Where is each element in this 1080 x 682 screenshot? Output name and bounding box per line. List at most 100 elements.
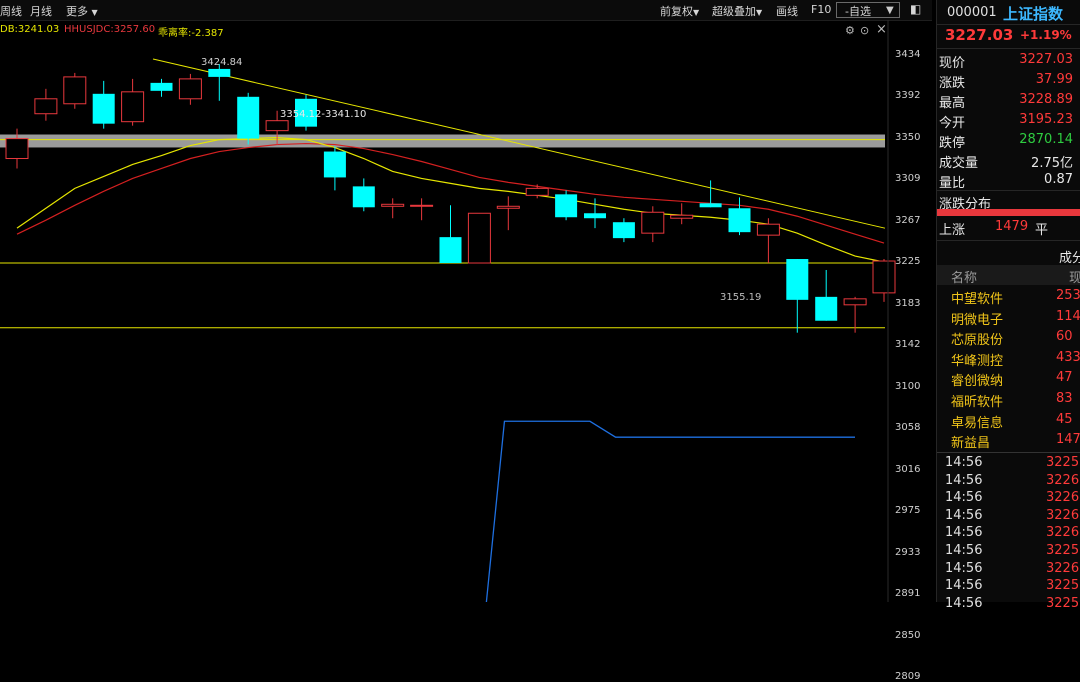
current-price: 3227.03 <box>945 26 1014 44</box>
candle-down <box>92 93 115 124</box>
candle-up <box>265 120 289 132</box>
candle-down <box>439 237 462 264</box>
candle-down <box>786 259 809 300</box>
price-tick: 3267 <box>895 214 921 226</box>
constituent-value: 433 <box>1056 349 1080 365</box>
price-tick: 3434 <box>895 49 921 60</box>
quote-value: 0.87 <box>1044 172 1073 187</box>
candle-down <box>584 213 606 219</box>
distribution-header: 涨跌分布 <box>937 190 1080 212</box>
candle-down <box>555 194 578 218</box>
candle-down <box>323 151 346 178</box>
constituent-row[interactable]: 华峰测控 433 <box>937 348 1080 369</box>
tick-price: 3226. <box>1046 507 1080 523</box>
distribution-bar <box>937 209 1080 216</box>
tick-time: 14:56 <box>945 455 983 470</box>
up-label: 上涨 <box>939 223 966 238</box>
price-tick: 3058 <box>895 422 921 434</box>
value-column-header[interactable]: 现 <box>1069 267 1080 286</box>
stock-name: 上证指数 <box>1003 5 1064 23</box>
quote-row: 量比 0.87 <box>937 170 1080 191</box>
candle-up <box>496 205 520 209</box>
tick-row: 14:56 3225. <box>937 596 1080 616</box>
tick-price: 3226. <box>1046 472 1080 488</box>
tick-price: 3226. <box>1046 560 1080 576</box>
price-tick: 2933 <box>895 546 921 558</box>
constituent-row[interactable]: 睿创微纳 47 <box>937 368 1080 389</box>
quote-label: 最高 <box>939 96 966 111</box>
candle-up <box>121 91 145 123</box>
candle-up <box>410 204 434 207</box>
range-annotation: 3354.12-3341.10 <box>280 109 367 120</box>
tick-time: 14:56 <box>945 560 983 576</box>
candle-up <box>63 76 87 105</box>
candle-down <box>208 68 231 77</box>
quote-value: 37.99 <box>1035 72 1073 87</box>
price-tick: 3142 <box>895 339 921 351</box>
candle-up <box>641 211 665 234</box>
candle-down <box>352 186 375 208</box>
quote-label: 跌停 <box>939 136 966 151</box>
constituent-row[interactable]: 中望软件 253 <box>937 286 1080 307</box>
tick-price: 3225. <box>1046 455 1080 470</box>
kline-chart[interactable] <box>0 0 932 602</box>
constituent-row[interactable]: 卓易信息 45 <box>937 410 1080 431</box>
change-pct: +1.19% <box>1020 28 1072 42</box>
candle-up <box>756 223 780 236</box>
quote-value: 3195.23 <box>1019 112 1073 127</box>
constituent-value: 147 <box>1056 432 1080 448</box>
candle-up <box>670 214 694 219</box>
constituent-row[interactable]: 明微电子 114 <box>937 307 1080 328</box>
price-tick: 3183 <box>895 297 921 309</box>
constituent-value: 47 <box>1056 370 1073 386</box>
constituent-row[interactable]: 福昕软件 83 <box>937 389 1080 410</box>
constituent-row[interactable]: 新益昌 147 <box>937 430 1080 452</box>
constituent-name: 新益昌 <box>951 436 991 452</box>
tick-time: 14:56 <box>945 490 983 506</box>
price-tick: 3350 <box>895 131 921 143</box>
constituent-value: 114 <box>1056 308 1080 324</box>
quote-label: 涨跌 <box>939 76 966 91</box>
candle-down <box>237 96 260 139</box>
price-tick: 2850 <box>895 629 921 641</box>
candle-up <box>872 260 896 294</box>
candle-up <box>525 187 549 196</box>
constituents-header-row: 名称 现 <box>937 265 1080 286</box>
constituent-value: 83 <box>1056 391 1073 406</box>
candle-up <box>467 212 491 264</box>
constituents-tab[interactable]: 成分 <box>1059 247 1080 266</box>
candle-up <box>34 98 58 115</box>
constituent-value: 253 <box>1056 288 1080 303</box>
price-tick: 3309 <box>895 173 921 185</box>
quote-value: 3228.89 <box>1019 92 1073 107</box>
tick-time: 14:56 <box>945 507 983 523</box>
quote-row: 成交量 2.75亿 <box>937 150 1080 171</box>
range-band <box>0 134 885 148</box>
up-count: 1479 <box>995 219 1029 234</box>
constituent-name: 明微电子 <box>951 312 1004 328</box>
low-annotation: 3155.19 <box>720 292 762 303</box>
quote-label: 今开 <box>939 116 966 131</box>
quote-value: 2870.14 <box>1019 132 1073 147</box>
price-tick: 3100 <box>895 380 921 392</box>
constituent-row[interactable]: 芯原股份 60 <box>937 327 1080 349</box>
name-column-header[interactable]: 名称 <box>951 267 977 286</box>
flat-label: 平 <box>1035 223 1049 238</box>
candle-down <box>815 296 838 321</box>
candle-up <box>5 138 29 160</box>
price-tick: 2975 <box>895 505 921 517</box>
quote-value: 3227.03 <box>1019 52 1073 67</box>
tick-time: 14:56 <box>945 525 983 541</box>
tick-time: 14:56 <box>945 472 983 488</box>
quote-row: 今开 3195.23 <box>937 110 1080 131</box>
quote-value: 2.75亿 <box>1031 156 1073 171</box>
quote-row: 涨跌 37.99 <box>937 70 1080 91</box>
price-tick: 3225 <box>895 256 921 268</box>
overlay-blue-line <box>485 420 855 602</box>
constituent-value: 45 <box>1056 411 1073 427</box>
constituent-name: 福昕软件 <box>951 395 1004 410</box>
constituent-name: 芯原股份 <box>951 333 1004 349</box>
stock-code: 000001 <box>947 5 997 20</box>
tick-time: 14:56 <box>945 543 983 558</box>
high-annotation: 3424.84 <box>201 57 243 68</box>
